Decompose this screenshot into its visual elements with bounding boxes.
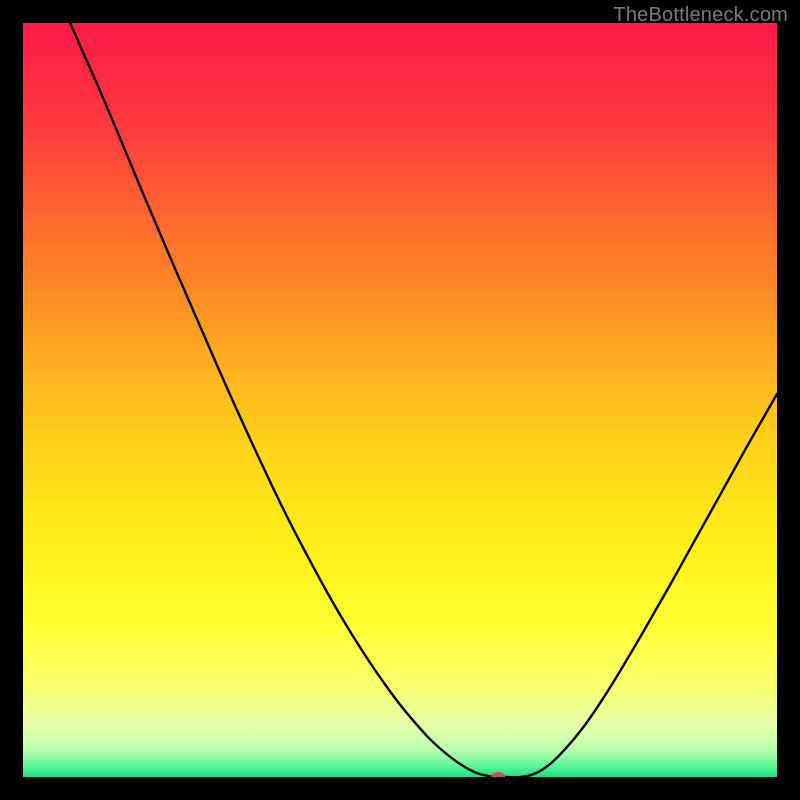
chart-frame: TheBottleneck.com xyxy=(0,0,800,800)
watermark-text: TheBottleneck.com xyxy=(613,4,788,27)
bottleneck-curve-chart xyxy=(23,23,777,777)
gradient-background xyxy=(23,23,777,777)
plot-area xyxy=(23,23,777,777)
